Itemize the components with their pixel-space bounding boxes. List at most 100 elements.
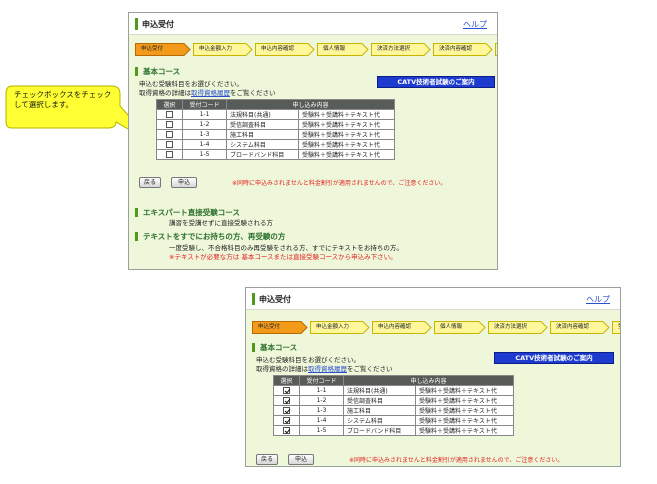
step-label: 申込金額入力 [316,324,350,330]
fee-cell: 受験料＋受講料＋テキスト代 [415,385,514,396]
application-panel-checked: 申込受付 ヘルプ 申込受付 申込金額入力 申込内容確認 個人情報 決済方法選択 決済内容確… [245,287,621,467]
step-label: 決済内容確認 [556,324,590,330]
table-row: 1-4 システム科目 受験料＋受講料＋テキスト代 [273,415,514,426]
progress-steps: 申込受付 申込金額入力 申込内容確認 個人情報 決済方法選択 決済内容確認 受付完了 [252,321,620,334]
step-5: 決済方法選択 [488,321,548,334]
code-cell: 1-2 [182,119,227,130]
table-row: 1-3 施工科目 受験料＋受講料＋テキスト代 [273,405,514,416]
basic-course-detail: 取得資格の詳細は取得資格履歴をご覧ください [256,365,393,373]
title-accent-bar [252,293,255,305]
qualification-history-link[interactable]: 取得資格履歴 [308,365,347,373]
subject-cell: ブロードバンド科目 [343,425,416,436]
callout-text-line2: して選択します。 [14,100,74,109]
subject-checkbox[interactable] [166,111,173,118]
title-accent-bar [135,18,138,30]
subject-checkbox[interactable] [166,151,173,158]
select-cell [273,395,300,406]
step-1: 申込受付 [135,43,191,56]
subject-cell: システム科目 [226,139,299,150]
subject-checkbox[interactable] [283,427,290,434]
fee-cell: 受験料＋受講料＋テキスト代 [298,119,395,130]
subject-checkbox[interactable] [283,387,290,394]
table-row: 1-1 法規科目(共通) 受験料＋受講料＋テキスト代 [156,109,395,120]
step-2: 申込金額入力 [193,43,253,56]
retake-note: ※テキストが必要な方は 基本コースまたは直接受験コースから申込み下さい。 [169,253,397,261]
help-link[interactable]: ヘルプ [463,19,487,30]
code-cell: 1-5 [299,425,344,436]
subject-table: 選択 受付コード 申し込み内容 1-1 法規科目(共通) 受験料＋受講料＋テキスト代… [156,99,395,160]
code-cell: 1-2 [299,395,344,406]
subject-cell: 受信調査科目 [226,119,299,130]
table-row: 1-4 システム科目 受験料＋受講料＋テキスト代 [156,139,395,150]
back-button[interactable]: 戻る [139,177,161,188]
subject-checkbox[interactable] [283,417,290,424]
subject-checkbox[interactable] [166,121,173,128]
subject-cell: 法規科目(共通) [343,385,416,396]
col-select: 選択 [156,99,183,110]
page-title: 申込受付 [142,20,174,29]
table-row: 1-5 ブロードバンド科目 受験料＋受講料＋テキスト代 [273,425,514,436]
fee-cell: 受験料＋受講料＋テキスト代 [298,129,395,140]
step-label: 申込受付 [258,324,281,330]
step-5: 決済方法選択 [371,43,431,56]
select-cell [273,425,300,436]
col-content: 申し込み内容 [226,99,395,110]
code-cell: 1-4 [182,139,227,150]
code-cell: 1-3 [182,129,227,140]
select-cell [156,129,183,140]
basic-course-detail: 取得資格の詳細は取得資格履歴をご覧ください [139,89,276,97]
apply-button[interactable]: 申込 [288,454,314,465]
panel-titlebar: 申込受付 ヘルプ [129,13,497,35]
step-7: 受付完了 [495,43,497,56]
step-label: 申込内容確認 [378,324,412,330]
step-4: 個人情報 [317,43,369,56]
subject-rows: 1-1 法規科目(共通) 受験料＋受講料＋テキスト代 1-2 受信調査科目 受験料＋受講料… [156,109,395,160]
code-cell: 1-5 [182,149,227,160]
basic-course-heading: 基本コース [135,67,180,76]
select-cell [273,415,300,426]
help-link[interactable]: ヘルプ [586,294,610,305]
step-label: 決済方法選択 [377,46,411,52]
catv-guide-button[interactable]: CATV技術者試験のご案内 [377,76,495,88]
col-code: 受付コード [182,99,227,110]
select-cell [156,109,183,120]
step-label: 決済方法選択 [494,324,528,330]
step-7: 受付完了 [612,321,620,334]
select-cell [156,139,183,150]
step-label: 個人情報 [323,46,346,52]
discount-notice: ※同時に申込みされませんと料金割引が適用されませんので、ご注意ください。 [232,180,447,187]
subject-rows: 1-1 法規科目(共通) 受験料＋受講料＋テキスト代 1-2 受信調査科目 受験料＋受講料… [273,385,514,436]
subject-cell: 受信調査科目 [343,395,416,406]
fee-cell: 受験料＋受講料＋テキスト代 [415,425,514,436]
subject-cell: ブロードバンド科目 [226,149,299,160]
step-label: 申込受付 [141,46,164,52]
subject-checkbox[interactable] [283,407,290,414]
col-select: 選択 [273,375,300,386]
fee-cell: 受験料＋受講料＋テキスト代 [415,415,514,426]
catv-guide-button[interactable]: CATV技術者試験のご案内 [494,352,614,364]
step-label: 決済内容確認 [439,46,473,52]
qualification-history-link[interactable]: 取得資格履歴 [191,89,230,97]
fee-cell: 受験料＋受講料＋テキスト代 [298,139,395,150]
subject-cell: 施工科目 [226,129,299,140]
subject-checkbox[interactable] [166,131,173,138]
table-row: 1-2 受信調査科目 受験料＋受講料＋テキスト代 [156,119,395,130]
col-code: 受付コード [299,375,344,386]
subject-checkbox[interactable] [166,141,173,148]
step-2: 申込金額入力 [310,321,370,334]
subject-cell: システム科目 [343,415,416,426]
page-title: 申込受付 [259,295,291,304]
subject-table: 選択 受付コード 申し込み内容 1-1 法規科目(共通) 受験料＋受講料＋テキスト代… [273,375,514,436]
apply-button[interactable]: 申込 [171,177,197,188]
subject-checkbox[interactable] [283,397,290,404]
callout-text-line1: チェックボックスをチェック [14,90,112,99]
application-panel-unchecked: 申込受付 ヘルプ 申込受付 申込金額入力 申込内容確認 個人情報 決済方法選択 決済内容確… [128,12,498,270]
progress-steps: 申込受付 申込金額入力 申込内容確認 個人情報 決済方法選択 決済内容確認 受付完了 [135,43,497,56]
step-label: 申込内容確認 [261,46,295,52]
step-label: 受付完了 [618,324,620,330]
table-row: 1-2 受信調査科目 受験料＋受講料＋テキスト代 [273,395,514,406]
step-3: 申込内容確認 [372,321,432,334]
table-row: 1-5 ブロードバンド科目 受験料＋受講料＋テキスト代 [156,149,395,160]
code-cell: 1-3 [299,405,344,416]
back-button[interactable]: 戻る [256,454,278,465]
